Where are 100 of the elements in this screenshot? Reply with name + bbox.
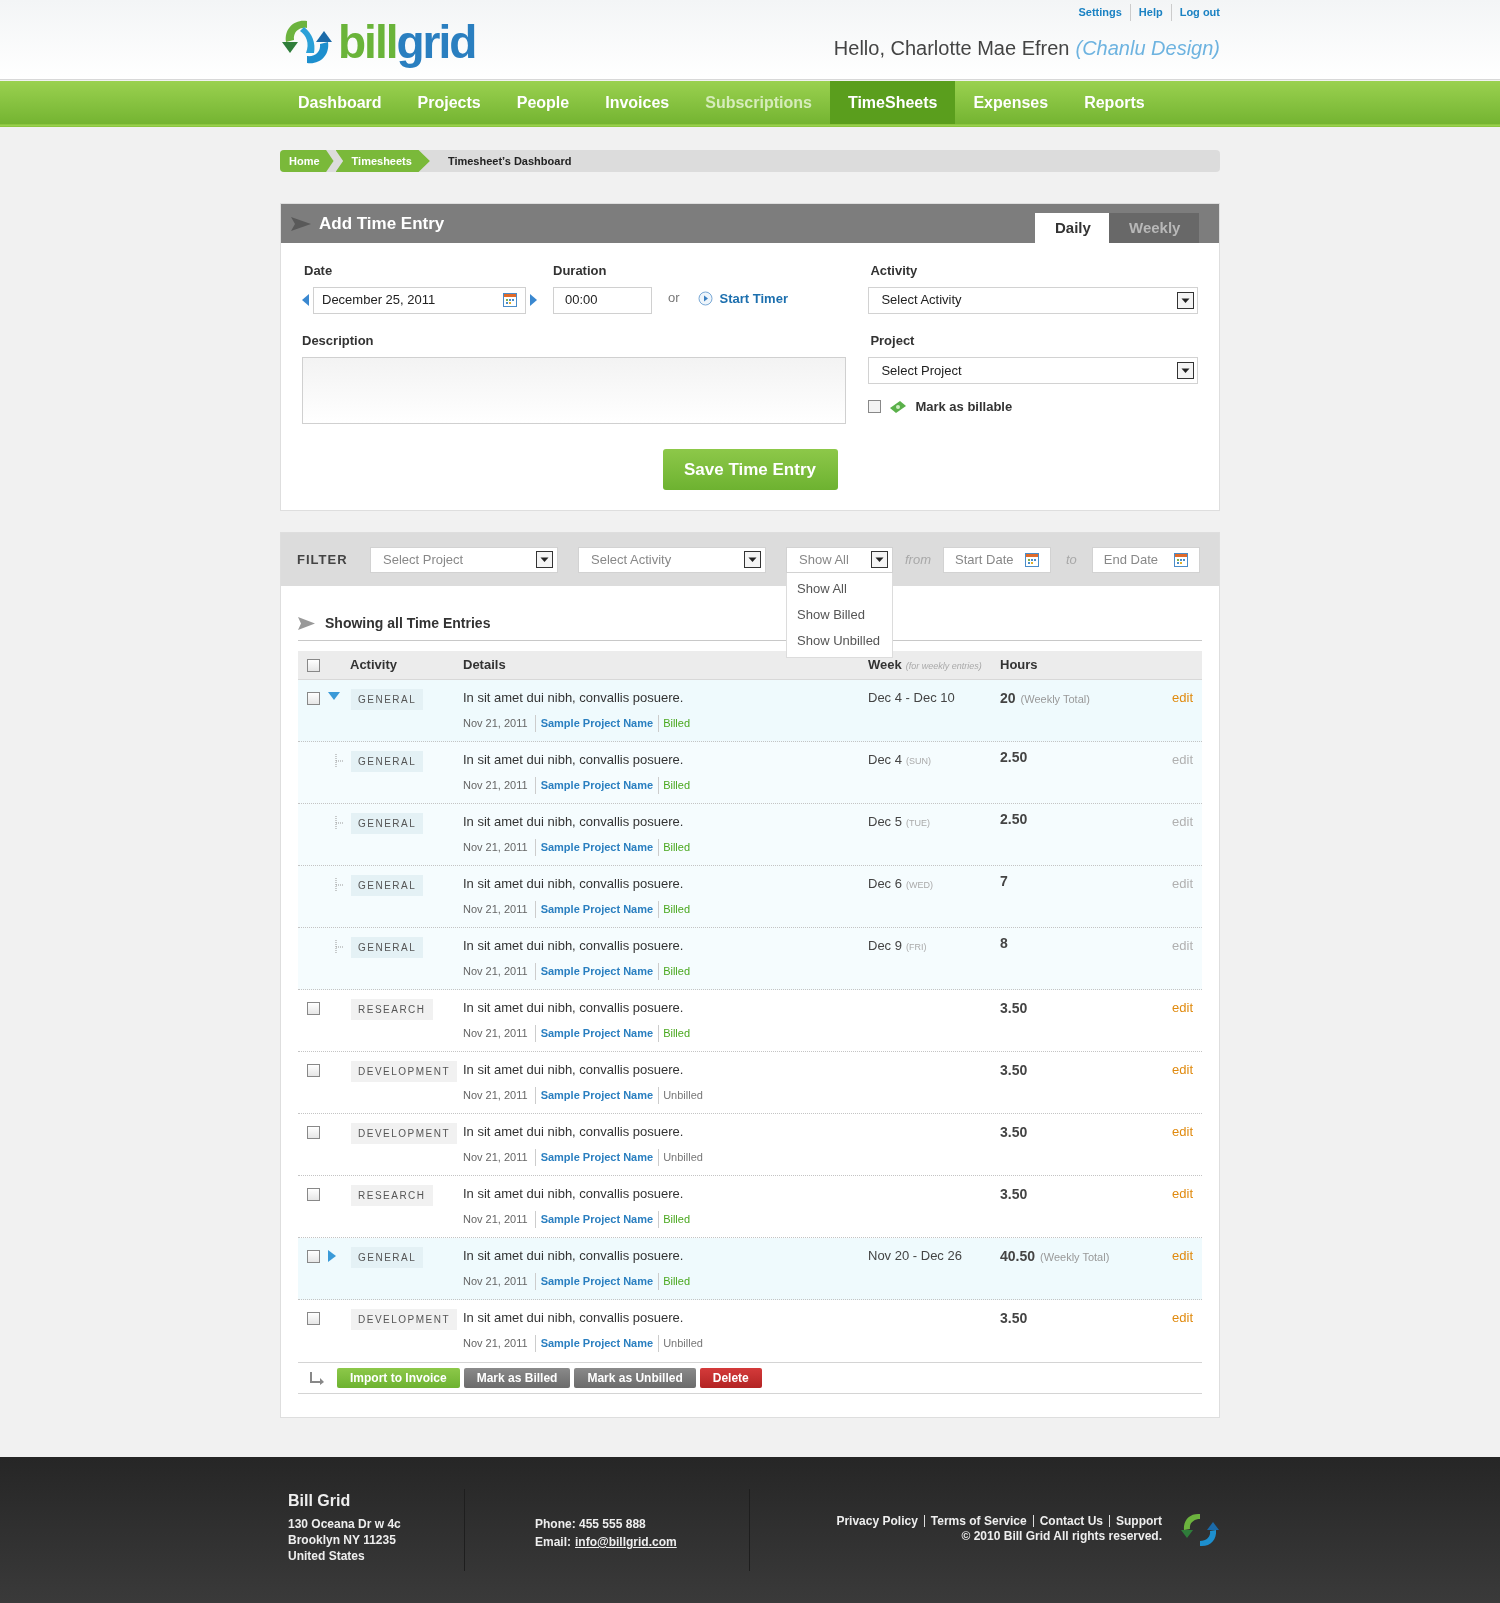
breadcrumb-link[interactable]: Timesheets [335, 150, 430, 172]
project-filter-select[interactable]: Select Project [370, 546, 558, 573]
project-link[interactable]: Sample Project Name [534, 1087, 654, 1104]
action-button[interactable]: Mark as Billed [463, 1368, 571, 1388]
action-button[interactable]: Import to Invoice [337, 1368, 460, 1388]
billing-status: Unbilled [658, 1335, 703, 1352]
start-timer-link[interactable]: Start Timer [697, 289, 788, 309]
edit-link[interactable]: edit [1172, 999, 1202, 1051]
hours-value: 2.50 [1000, 748, 1028, 766]
edit-link[interactable]: edit [1172, 1185, 1202, 1237]
dropdown-option[interactable]: Show All [787, 576, 892, 602]
nav-tab[interactable]: TimeSheets [829, 81, 956, 124]
duration-field[interactable]: 00:00 [553, 286, 652, 314]
billing-status: Billed [658, 1273, 691, 1290]
column-header: Details [463, 656, 507, 675]
week-range: Dec 4 - Dec 10 [868, 689, 955, 707]
copyright-text: © 2010 Bill Grid All rights reserved. [961, 1528, 1162, 1545]
action-button[interactable]: Mark as Unbilled [574, 1368, 696, 1388]
footer-link[interactable]: Privacy Policy [836, 1515, 918, 1527]
save-button[interactable]: Save Time Entry [662, 449, 838, 490]
entry-date: Nov 21, 2011 [463, 1274, 528, 1289]
top-link[interactable]: Help [1129, 4, 1163, 21]
start-date-field[interactable]: Start Date [943, 546, 1051, 573]
billable-checkbox[interactable] [868, 400, 882, 414]
field-label: Description [302, 331, 375, 350]
hours-value: 7 [1000, 872, 1008, 890]
top-link[interactable]: Log out [1170, 4, 1220, 21]
footer-link[interactable]: Terms of Service [923, 1515, 1027, 1527]
end-date-field[interactable]: End Date [1091, 546, 1200, 573]
field-label: Activity [870, 262, 919, 280]
activity-tag: GENERAL [351, 875, 424, 896]
project-link[interactable]: Sample Project Name [534, 1273, 654, 1290]
billing-status: Billed [658, 901, 691, 918]
activity-select[interactable]: Select Activity [868, 286, 1198, 314]
description-field[interactable] [302, 357, 847, 424]
activity-tag: GENERAL [351, 937, 424, 958]
project-link[interactable]: Sample Project Name [534, 1025, 654, 1042]
billing-status: Billed [658, 715, 691, 732]
row-checkbox[interactable] [307, 1126, 320, 1139]
project-link[interactable]: Sample Project Name [534, 715, 654, 732]
previous-date-button[interactable] [302, 294, 309, 306]
project-select[interactable]: Select Project [868, 357, 1198, 384]
activity-filter-select[interactable]: Select Activity [578, 546, 766, 573]
date-field[interactable]: December 25, 2011 [313, 286, 526, 314]
edit-link[interactable]: edit [1172, 751, 1202, 803]
edit-link[interactable]: edit [1172, 1309, 1202, 1362]
nav-tab[interactable]: Reports [1066, 81, 1163, 124]
entry-date: Nov 21, 2011 [463, 1212, 528, 1227]
hours-value: 3.50 [1000, 1309, 1028, 1327]
edit-link[interactable]: edit [1172, 1247, 1202, 1299]
row-checkbox[interactable] [307, 1002, 320, 1015]
nav-tab[interactable]: Dashboard [280, 81, 400, 124]
row-checkbox[interactable] [307, 1188, 320, 1201]
nav-tab[interactable]: Expenses [955, 81, 1067, 124]
triangle-right-icon [530, 294, 537, 306]
project-link[interactable]: Sample Project Name [534, 1211, 654, 1228]
nav-tab[interactable]: Invoices [587, 81, 688, 124]
billing-status: Unbilled [658, 1149, 703, 1166]
edit-link[interactable]: edit [1172, 813, 1202, 865]
row-checkbox[interactable] [307, 1312, 320, 1325]
phone-text: Phone: 455 555 888 [535, 1516, 647, 1533]
greeting-text: Hello, Charlotte Mae Efren [833, 35, 1070, 61]
row-checkbox[interactable] [307, 692, 320, 705]
edit-link[interactable]: edit [1172, 1061, 1202, 1113]
collapse-button[interactable] [328, 692, 340, 700]
select-all-checkbox[interactable] [307, 658, 320, 672]
dropdown-option[interactable]: Show Billed [787, 602, 892, 628]
entry-description: In sit amet dui nibh, convallis posuere. [463, 1123, 685, 1141]
action-button[interactable]: Delete [699, 1368, 762, 1388]
edit-link[interactable]: edit [1172, 875, 1202, 927]
project-link[interactable]: Sample Project Name [534, 1149, 654, 1166]
project-link[interactable]: Sample Project Name [534, 839, 654, 856]
edit-link[interactable]: edit [1172, 689, 1202, 741]
expand-button[interactable] [328, 1250, 336, 1262]
next-date-button[interactable] [530, 294, 537, 306]
dropdown-option[interactable]: Show Unbilled [787, 628, 892, 654]
project-link[interactable]: Sample Project Name [534, 1335, 654, 1352]
project-link[interactable]: Sample Project Name [534, 777, 654, 794]
email-link[interactable]: info@billgrid.com [575, 1533, 677, 1551]
edit-link[interactable]: edit [1172, 1123, 1202, 1175]
footer-link[interactable]: Support [1109, 1515, 1162, 1527]
billable-label: Mark as billable [915, 398, 1013, 416]
nav-tab[interactable]: Projects [399, 81, 499, 124]
edit-link[interactable]: edit [1172, 937, 1202, 989]
row-checkbox[interactable] [307, 1250, 320, 1263]
view-tab[interactable]: Daily [1035, 213, 1109, 243]
entry-date: Nov 21, 2011 [463, 1026, 528, 1041]
view-tab[interactable]: Weekly [1109, 213, 1199, 243]
nav-tab[interactable]: People [498, 81, 588, 124]
top-link[interactable]: Settings [1078, 4, 1122, 21]
breadcrumb-link[interactable]: Home [280, 150, 334, 172]
row-checkbox[interactable] [307, 1064, 320, 1077]
project-link[interactable]: Sample Project Name [534, 963, 654, 980]
billing-filter-select[interactable]: Show All [786, 546, 893, 573]
current-page-text: Timesheet’s Dashboard [446, 153, 573, 169]
field-label: Project [870, 331, 916, 350]
footer-link[interactable]: Contact Us [1032, 1515, 1103, 1527]
project-link[interactable]: Sample Project Name [534, 901, 654, 918]
entry-description: In sit amet dui nibh, convallis posuere. [463, 813, 685, 831]
entry-date: Nov 21, 2011 [463, 1150, 528, 1165]
